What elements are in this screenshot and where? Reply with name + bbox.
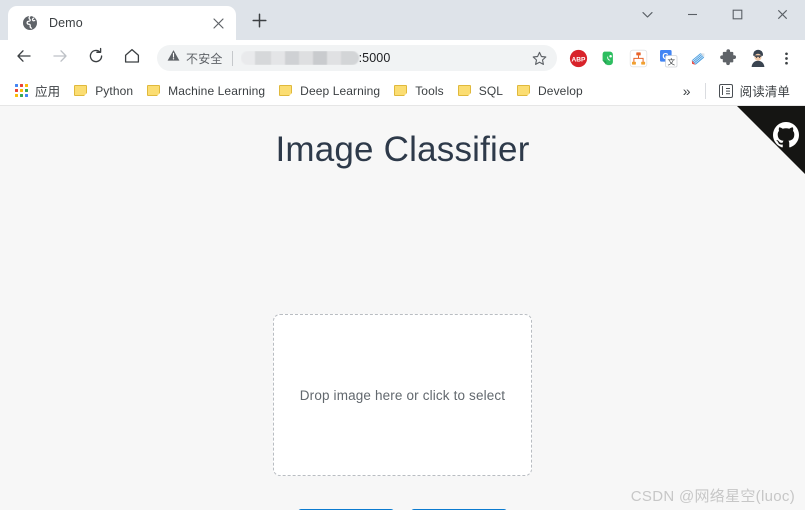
redacted-host-blur — [240, 51, 359, 65]
bookmarks-overflow-button[interactable]: » — [675, 83, 699, 99]
bookmark-folder-machine-learning[interactable]: Machine Learning — [140, 80, 272, 102]
svg-text:ABP: ABP — [571, 56, 586, 63]
google-translate-icon[interactable]: G 文 — [654, 44, 682, 72]
chevron-down-icon — [641, 8, 654, 26]
folder-icon — [279, 84, 294, 97]
url-port: :5000 — [358, 51, 391, 65]
bookmark-label: Develop — [538, 83, 583, 98]
close-icon — [776, 8, 789, 26]
arrow-left-icon — [15, 47, 33, 70]
maximize-button[interactable] — [715, 0, 760, 34]
url-text[interactable]: :5000 — [240, 51, 527, 65]
arrow-right-icon — [51, 47, 69, 70]
bookmark-label: Machine Learning — [168, 83, 266, 98]
security-status[interactable]: 不安全 — [167, 49, 223, 67]
browser-toolbar: 不安全 :5000 ABP 文 — [0, 40, 805, 76]
adblock-plus-icon[interactable]: ABP — [564, 44, 592, 72]
omnibox-divider — [231, 50, 233, 66]
reading-list-button[interactable]: 阅读清单 — [712, 80, 797, 102]
evernote-icon[interactable] — [594, 44, 622, 72]
home-button[interactable] — [117, 43, 147, 73]
tab-title: Demo — [49, 16, 83, 30]
svg-text:文: 文 — [667, 56, 675, 66]
three-dots-vertical-icon[interactable] — [773, 44, 799, 72]
bookmark-folder-develop[interactable]: Develop — [510, 80, 590, 102]
reload-icon — [87, 47, 105, 70]
bookmarks-divider — [704, 82, 706, 99]
bookmark-label: Tools — [415, 83, 444, 98]
back-button[interactable] — [9, 43, 39, 73]
address-bar[interactable]: 不安全 :5000 — [157, 45, 557, 71]
apps-grid-icon — [15, 84, 28, 97]
minimize-icon — [686, 8, 699, 26]
bookmark-label: SQL — [478, 83, 504, 98]
bookmark-label: 应用 — [35, 85, 61, 99]
home-icon — [123, 47, 141, 70]
profile-avatar-icon[interactable] — [744, 44, 772, 72]
folder-icon — [147, 84, 162, 97]
bookmark-apps[interactable]: 应用 — [8, 80, 67, 102]
reading-list-label: 阅读清单 — [739, 85, 790, 99]
mindmap-icon[interactable] — [624, 44, 652, 72]
forward-button[interactable] — [45, 43, 75, 73]
page-viewport: Image Classifier Drop image here or clic… — [0, 106, 805, 510]
browser-tab-demo[interactable]: Demo — [8, 6, 236, 40]
image-dropzone[interactable]: Drop image here or click to select — [273, 314, 532, 476]
bookmarks-bar: 应用 Python Machine Learning Deep Learning… — [0, 76, 805, 106]
folder-icon — [74, 84, 89, 97]
bookmark-folder-python[interactable]: Python — [67, 80, 140, 102]
watermark: CSDN @网络星空(luoc) — [630, 488, 795, 505]
reading-list-icon — [718, 83, 733, 98]
minimize-button[interactable] — [670, 0, 715, 34]
bookmark-label: Deep Learning — [300, 83, 381, 98]
globe-icon — [22, 15, 38, 31]
plus-icon — [251, 13, 267, 33]
extension-icons: ABP 文 — [563, 44, 773, 72]
tab-strip: Demo — [0, 0, 805, 40]
notebook-pencil-icon[interactable] — [684, 44, 712, 72]
dropzone-label: Drop image here or click to select — [299, 387, 506, 403]
browser-window: Demo 不安全:5000 ABP 文 应用 Python Machine L… — [0, 0, 805, 510]
bookmark-folder-sql[interactable]: SQL — [451, 80, 510, 102]
page-title: Image Classifier — [275, 130, 530, 169]
bookmark-label: Python — [95, 83, 134, 98]
github-corner-ribbon-icon[interactable] — [737, 106, 805, 174]
security-label: 不安全 — [186, 51, 223, 66]
reload-button[interactable] — [81, 43, 111, 73]
warning-triangle-icon — [167, 49, 180, 67]
folder-icon — [457, 84, 472, 97]
folder-icon — [517, 84, 532, 97]
star-icon[interactable] — [527, 46, 551, 70]
folder-icon — [394, 84, 409, 97]
maximize-icon — [731, 8, 744, 26]
bookmark-folder-deep-learning[interactable]: Deep Learning — [272, 80, 387, 102]
window-controls — [625, 0, 805, 34]
new-tab-button[interactable] — [244, 8, 274, 38]
tab-search-button[interactable] — [625, 0, 670, 34]
extensions-puzzle-icon[interactable] — [714, 44, 742, 72]
bookmark-folder-tools[interactable]: Tools — [387, 80, 451, 102]
close-icon[interactable] — [208, 13, 228, 33]
window-close-button[interactable] — [760, 0, 805, 34]
